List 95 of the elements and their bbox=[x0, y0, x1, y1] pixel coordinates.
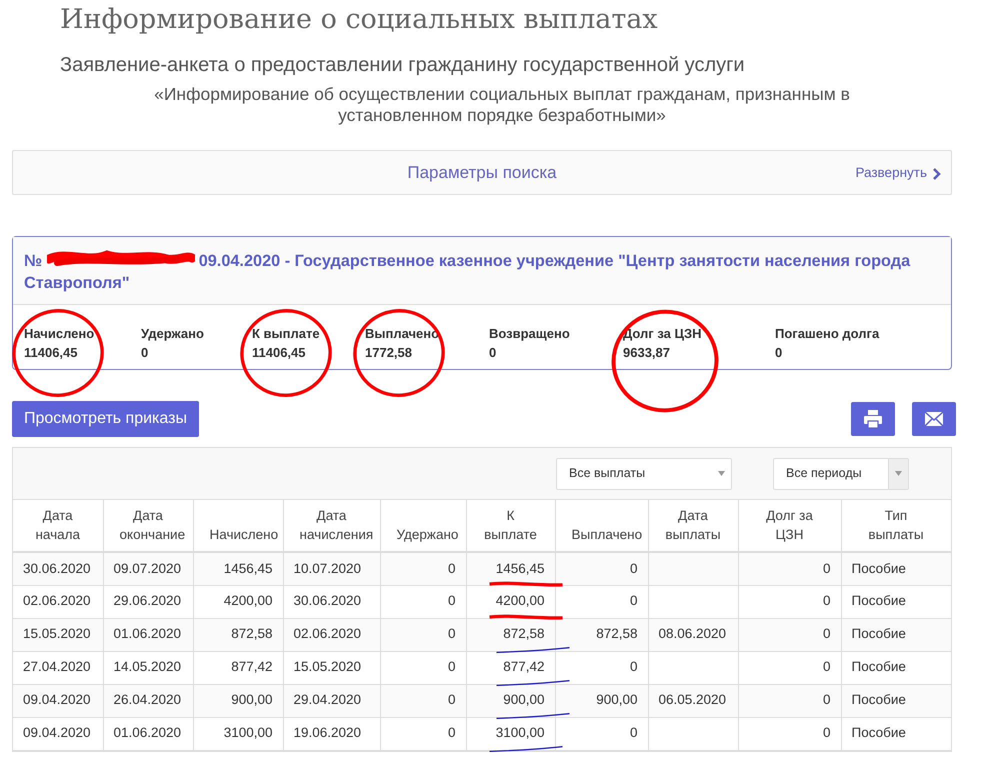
email-button[interactable] bbox=[912, 402, 956, 436]
table-cell: 0 bbox=[822, 692, 830, 708]
stat-label: К выплате bbox=[252, 325, 321, 344]
table-cell: 3100,00 bbox=[496, 723, 544, 744]
table-cell: 06.05.2020 bbox=[658, 692, 726, 708]
table-cell: 4200,00 bbox=[224, 593, 272, 608]
table-cell: 01.06.2020 bbox=[114, 725, 182, 740]
stat-value: 1772,58 bbox=[365, 344, 413, 362]
column-header: Удержано bbox=[396, 527, 458, 542]
stat-label: Удержано bbox=[141, 325, 205, 344]
table-cell: 09.04.2020 bbox=[23, 692, 91, 708]
column-header: Дата начисления bbox=[300, 508, 374, 542]
dropdown-arrow-icon bbox=[895, 471, 902, 476]
column-header: Выплачено bbox=[572, 527, 642, 542]
column-header: Долг за ЦЗН bbox=[766, 508, 813, 542]
panel-title: Параметры поиска bbox=[407, 162, 557, 184]
table-cell: 877,42 bbox=[231, 659, 272, 674]
filter-select[interactable]: Все выплаты bbox=[556, 458, 732, 490]
table-cell: 900,00 bbox=[231, 692, 272, 708]
table-cell: 02.06.2020 bbox=[23, 593, 91, 608]
table-cell: Пособие bbox=[852, 560, 906, 576]
table-cell: 0 bbox=[822, 560, 830, 576]
stat-label: Возвращено bbox=[489, 325, 571, 344]
stat-value: 0 bbox=[489, 344, 498, 362]
table-cell: 0 bbox=[630, 560, 638, 576]
page-title: Информирование о социальных выплатах bbox=[60, 4, 659, 36]
stat-value: 11406,45 bbox=[24, 344, 79, 362]
column-header: К выплате bbox=[484, 508, 537, 542]
column-header: Начислено bbox=[210, 527, 278, 542]
table-cell: 0 bbox=[448, 725, 456, 740]
table-cell: 872,58 bbox=[596, 626, 638, 642]
dropdown-arrow-icon bbox=[718, 471, 724, 476]
table-cell: 0 bbox=[448, 560, 456, 576]
service-name: «Информирование об осуществлении социальных выплат гражданам, признанным в установленном порядке безработными» bbox=[153, 84, 851, 126]
table-cell: 1456,45 bbox=[496, 558, 544, 579]
table-cell: Пособие bbox=[852, 593, 906, 608]
table-cell: 0 bbox=[630, 725, 638, 740]
table-cell: Пособие bbox=[852, 692, 906, 708]
stat-value: 0 bbox=[775, 344, 784, 362]
table-cell: 15.05.2020 bbox=[294, 659, 362, 674]
table-cell: 30.06.2020 bbox=[294, 593, 362, 608]
table-cell: 29.06.2020 bbox=[114, 593, 182, 608]
table-cell: 3100,00 bbox=[224, 725, 272, 740]
filter-select[interactable]: Все периоды bbox=[773, 458, 909, 490]
table-cell: 26.04.2020 bbox=[114, 692, 182, 708]
subtitle: Заявление-анкета о предоставлении гражданину государственной услуги bbox=[60, 53, 746, 78]
table-cell: 0 bbox=[448, 593, 456, 608]
table-cell: 1456,45 bbox=[224, 560, 272, 576]
table-cell: 0 bbox=[822, 626, 830, 642]
column-header: Дата окончание bbox=[120, 508, 186, 542]
table-cell: 30.06.2020 bbox=[23, 560, 91, 576]
table-cell: Пособие bbox=[852, 659, 906, 674]
table-cell: 0 bbox=[448, 659, 456, 674]
stat-label: Начислено bbox=[24, 325, 96, 344]
table-cell: 15.05.2020 bbox=[23, 626, 91, 642]
column-header: Дата выплаты bbox=[665, 508, 721, 542]
record-heading: № 09.04.2020 - Государственное казенное учреждение "Центр занятости населения города Ставрополя" bbox=[13, 237, 951, 306]
stat-value: 0 bbox=[141, 344, 150, 362]
table-cell: 900,00 bbox=[596, 692, 638, 708]
view-orders-button[interactable]: Просмотреть приказы bbox=[12, 401, 199, 438]
table-cell: Пособие bbox=[852, 626, 906, 642]
table-cell: 0 bbox=[822, 659, 830, 674]
stat-label: Выплачено bbox=[365, 325, 440, 344]
stat-value: 9633,87 bbox=[623, 344, 671, 362]
table-cell: 0 bbox=[630, 659, 638, 674]
print-icon bbox=[863, 409, 883, 430]
stat-label: Погашено долга bbox=[775, 325, 880, 344]
column-header: Тип выплаты bbox=[868, 508, 924, 542]
table-cell: 4200,00 bbox=[496, 591, 544, 612]
table-cell: 08.06.2020 bbox=[658, 626, 726, 642]
table-cell: 27.04.2020 bbox=[23, 659, 91, 674]
table-cell: Пособие bbox=[852, 725, 906, 740]
table-cell: 0 bbox=[822, 725, 830, 740]
table-cell: 0 bbox=[822, 593, 830, 608]
table-cell: 02.06.2020 bbox=[294, 626, 362, 642]
table-cell: 09.04.2020 bbox=[23, 725, 91, 740]
stat-label: Долг за ЦЗН bbox=[623, 325, 702, 344]
table-cell: 09.07.2020 bbox=[114, 560, 182, 576]
table-cell: 872,58 bbox=[503, 624, 544, 645]
table-cell: 19.06.2020 bbox=[294, 725, 362, 740]
expand-link[interactable]: Развернуть bbox=[855, 163, 941, 184]
table-cell: 0 bbox=[448, 626, 456, 642]
table-cell: 14.05.2020 bbox=[114, 659, 182, 674]
column-header: Дата начала bbox=[35, 508, 80, 542]
table-cell: 0 bbox=[630, 593, 638, 608]
table-cell: 900,00 bbox=[503, 690, 544, 711]
table-cell: 01.06.2020 bbox=[114, 626, 182, 642]
print-button[interactable] bbox=[851, 402, 895, 436]
table-cell: 0 bbox=[448, 692, 456, 708]
table-cell: 877,42 bbox=[503, 657, 544, 678]
mail-icon bbox=[924, 411, 944, 428]
stat-value: 11406,45 bbox=[252, 344, 307, 362]
table-cell: 29.04.2020 bbox=[294, 692, 362, 708]
table-cell: 10.07.2020 bbox=[294, 560, 362, 576]
table-cell: 872,58 bbox=[231, 626, 272, 642]
